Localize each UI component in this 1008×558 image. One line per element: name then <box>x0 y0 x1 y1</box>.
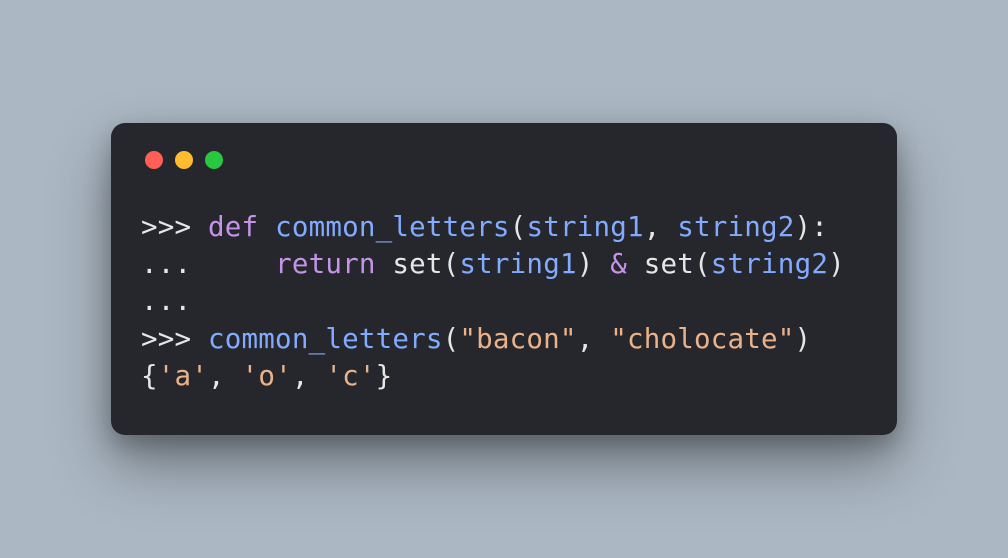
op-and: & <box>593 248 643 280</box>
prompt: >>> <box>141 211 208 243</box>
paren-open: ( <box>443 323 460 355</box>
traffic-lights <box>145 151 867 169</box>
paren-close-colon: ): <box>795 211 829 243</box>
space <box>376 248 393 280</box>
output-o: 'o' <box>242 360 292 392</box>
paren-close: ) <box>795 323 812 355</box>
arg-1: string1 <box>459 248 576 280</box>
call-set2: set( <box>644 248 711 280</box>
paren-close: ) <box>577 248 594 280</box>
paren-close: ) <box>828 248 845 280</box>
string-1: "bacon" <box>459 323 576 355</box>
comma: , <box>644 211 678 243</box>
paren-open: ( <box>510 211 527 243</box>
prompt: >>> <box>141 323 208 355</box>
keyword-def: def <box>208 211 258 243</box>
brace-open: { <box>141 360 158 392</box>
function-name: common_letters <box>275 211 510 243</box>
comma: , <box>292 360 326 392</box>
minimize-icon[interactable] <box>175 151 193 169</box>
prompt-cont-empty: ... <box>141 285 191 317</box>
code-block: >>> def common_letters(string1, string2)… <box>141 209 867 395</box>
space <box>258 211 275 243</box>
close-icon[interactable] <box>145 151 163 169</box>
string-2: "cholocate" <box>610 323 794 355</box>
param-2: string2 <box>677 211 794 243</box>
call-function: common_letters <box>208 323 443 355</box>
param-1: string1 <box>526 211 643 243</box>
output-a: 'a' <box>158 360 208 392</box>
comma: , <box>208 360 242 392</box>
prompt-cont: ... <box>141 248 275 280</box>
zoom-icon[interactable] <box>205 151 223 169</box>
brace-close: } <box>376 360 393 392</box>
terminal-window: >>> def common_letters(string1, string2)… <box>111 123 897 435</box>
call-set1: set( <box>392 248 459 280</box>
arg-2: string2 <box>711 248 828 280</box>
output-c: 'c' <box>325 360 375 392</box>
comma: , <box>577 323 611 355</box>
keyword-return: return <box>275 248 376 280</box>
